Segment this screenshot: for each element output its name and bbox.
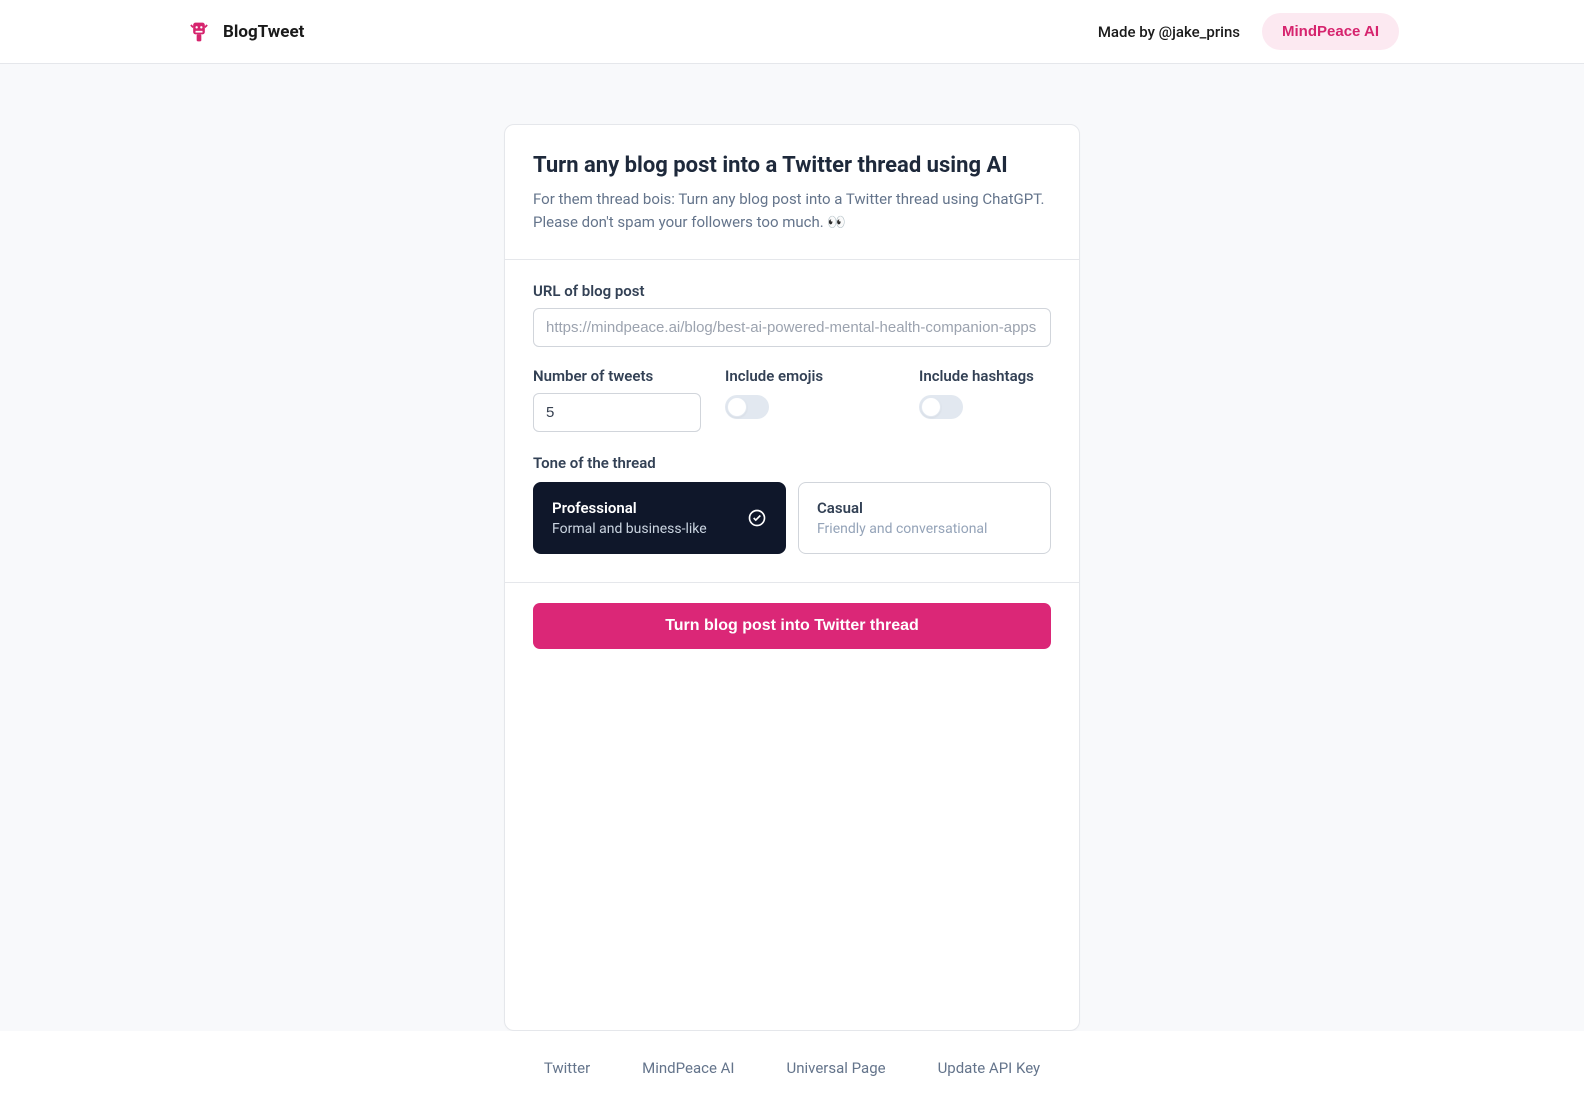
footer-link-twitter[interactable]: Twitter [544, 1059, 590, 1077]
main: Turn any blog post into a Twitter thread… [0, 64, 1584, 1031]
emojis-toggle[interactable] [725, 395, 769, 419]
url-input[interactable] [533, 308, 1051, 347]
submit-button[interactable]: Turn blog post into Twitter thread [533, 603, 1051, 649]
check-circle-icon [747, 508, 767, 528]
tone-label: Tone of the thread [533, 454, 1051, 472]
emojis-label: Include emojis [725, 367, 895, 385]
card-body: URL of blog post Number of tweets Includ… [505, 259, 1079, 582]
tone-title: Professional [552, 499, 767, 517]
main-card: Turn any blog post into a Twitter thread… [504, 124, 1080, 1031]
card-subtitle: For them thread bois: Turn any blog post… [533, 188, 1051, 235]
toggle-knob [921, 397, 941, 417]
footer-link-universal[interactable]: Universal Page [787, 1059, 886, 1077]
col-hashtags: Include hashtags [919, 367, 1051, 432]
tone-desc: Friendly and conversational [817, 521, 1032, 537]
tweets-label: Number of tweets [533, 367, 701, 385]
footer-link-mindpeace[interactable]: MindPeace AI [642, 1059, 734, 1077]
footer-link-apikey[interactable]: Update API Key [938, 1059, 1041, 1077]
header: BlogTweet Made by @jake_prins MindPeace … [0, 0, 1584, 64]
footer: Twitter MindPeace AI Universal Page Upda… [0, 1031, 1584, 1105]
card-title: Turn any blog post into a Twitter thread… [533, 153, 1051, 178]
mindpeace-button[interactable]: MindPeace AI [1262, 13, 1399, 50]
col-tweets: Number of tweets [533, 367, 701, 432]
brand-name: BlogTweet [223, 22, 304, 42]
col-emojis: Include emojis [725, 367, 895, 432]
tweets-input[interactable] [533, 393, 701, 432]
header-right: Made by @jake_prins MindPeace AI [1098, 13, 1399, 50]
tone-title: Casual [817, 499, 1032, 517]
form-row-options: Number of tweets Include emojis Include … [533, 367, 1051, 432]
tone-casual[interactable]: Casual Friendly and conversational [798, 482, 1051, 554]
logo-icon [185, 18, 213, 46]
hashtags-toggle[interactable] [919, 395, 963, 419]
card-header: Turn any blog post into a Twitter thread… [505, 125, 1079, 259]
tone-professional[interactable]: Professional Formal and business-like [533, 482, 786, 554]
made-by-link[interactable]: Made by @jake_prins [1098, 23, 1240, 41]
toggle-knob [727, 397, 747, 417]
brand[interactable]: BlogTweet [185, 18, 304, 46]
url-label: URL of blog post [533, 282, 1051, 300]
tone-options: Professional Formal and business-like Ca… [533, 482, 1051, 554]
card-footer: Turn blog post into Twitter thread [505, 582, 1079, 673]
hashtags-label: Include hashtags [919, 367, 1051, 385]
tone-section: Tone of the thread Professional Formal a… [533, 454, 1051, 554]
tone-desc: Formal and business-like [552, 521, 767, 537]
